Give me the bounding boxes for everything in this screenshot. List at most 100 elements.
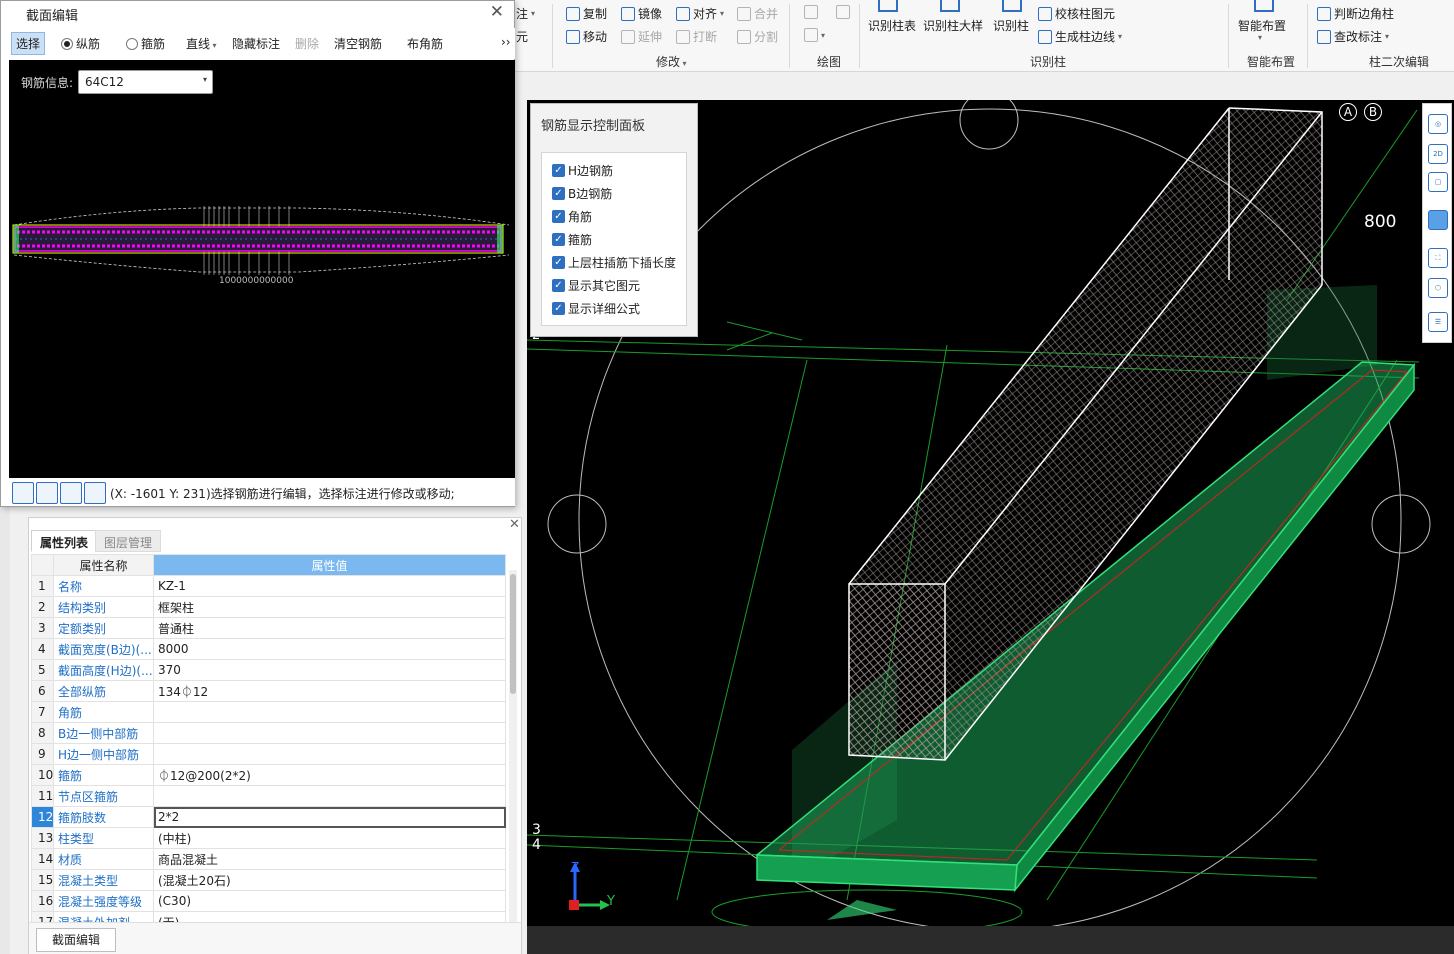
corner-rebar-button[interactable]: 布角筋 xyxy=(407,35,443,52)
hide-annot-button[interactable]: 隐藏标注 xyxy=(232,35,280,52)
recognize-detail-button[interactable]: 识别柱大样 xyxy=(923,17,983,34)
recognize-column-icon xyxy=(1002,0,1022,12)
longitudinal-radio[interactable]: 纵筋 xyxy=(61,35,100,52)
break-button[interactable]: 打断 xyxy=(676,28,717,45)
rebar-panel-list: ✓ H边钢筋 ✓ B边钢筋 ✓ 角筋 ✓ 箍筋 ✓ 上层柱插筋下插长度 ✓ 显示其它图元 ✓… xyxy=(541,152,687,326)
smart-layout-button[interactable]: 智能布置 xyxy=(1238,17,1286,34)
smart-layout-caret[interactable]: ▾ xyxy=(1258,33,1262,42)
scrollbar-thumb[interactable] xyxy=(510,574,516,694)
table-row[interactable]: 5 截面高度(H边)(... 370 xyxy=(31,659,506,681)
gen-edge-button[interactable]: 生成柱边线 ▾ xyxy=(1038,28,1122,45)
group-secondary: 柱二次编辑 xyxy=(1369,55,1430,69)
table-row[interactable]: 10 箍筋 ⏀12@200(2*2) xyxy=(31,764,506,786)
stirrup-radio[interactable]: 箍筋 xyxy=(126,35,165,52)
rebar-info-select[interactable]: 64C12 ▾ xyxy=(78,70,213,94)
checkbox-corner-rebar[interactable]: ✓ 角筋 xyxy=(552,208,592,225)
checkbox-upper-dowel[interactable]: ✓ 上层柱插筋下插长度 xyxy=(552,254,676,271)
table-row[interactable]: 6 全部纵筋 134⏀12 xyxy=(31,680,506,702)
table-row[interactable]: 11 节点区箍筋 xyxy=(31,785,506,807)
row-label-4: 4 xyxy=(532,837,541,853)
ortho-snap-icon[interactable] xyxy=(12,482,34,504)
split-button[interactable]: 分割 xyxy=(737,28,778,45)
rebar-display-panel: 钢筋显示控制面板 ✓ H边钢筋 ✓ B边钢筋 ✓ 角筋 ✓ 箍筋 ✓ 上层柱插筋下插长度 … xyxy=(530,103,698,337)
dimension-snap-icon[interactable] xyxy=(84,482,106,504)
property-scrollbar[interactable] xyxy=(509,570,517,922)
axis-z-label: Z xyxy=(571,860,580,874)
merge-icon xyxy=(737,6,751,21)
axis-label-a: A xyxy=(1339,103,1357,121)
table-row[interactable]: 14 材质 商品混凝土 xyxy=(31,848,506,870)
ribbon-separator xyxy=(1307,4,1308,68)
close-icon[interactable]: ✕ xyxy=(509,517,520,532)
move-button[interactable]: 移动 xyxy=(566,28,607,45)
perpendicular-snap-icon[interactable] xyxy=(60,482,82,504)
check-annot-button[interactable]: 查改标注 ▾ xyxy=(1317,28,1389,45)
delete-button[interactable]: 删除 xyxy=(295,35,319,52)
table-row[interactable]: 8 B边一侧中部筋 xyxy=(31,722,506,744)
table-row[interactable]: 16 混凝土强度等级 (C30) xyxy=(31,890,506,912)
table-row[interactable]: 7 角筋 xyxy=(31,701,506,723)
section-canvas[interactable]: 钢筋信息: 64C12 ▾ 1000000000000 xyxy=(9,60,515,478)
draw-arc-tool[interactable]: ▾ xyxy=(804,28,825,42)
recognize-column-button[interactable]: 识别柱 xyxy=(993,17,1029,34)
solid-view-icon[interactable] xyxy=(1428,210,1448,230)
checkbox-h-rebar[interactable]: ✓ H边钢筋 xyxy=(552,162,613,179)
table-row[interactable]: 15 混凝土类型 (混凝土20石) xyxy=(31,869,506,891)
edge-icon xyxy=(1038,29,1052,44)
tab-layer-manager[interactable]: 图层管理 xyxy=(95,530,162,552)
recognize-table-button[interactable]: 识别柱表 xyxy=(868,17,916,34)
group-modify: 修改 ▾ xyxy=(656,55,687,69)
mirror-button[interactable]: 镜像 xyxy=(621,5,662,22)
split-icon xyxy=(737,29,751,44)
rebar-panel-title: 钢筋显示控制面板 xyxy=(541,119,646,134)
section-edit-button[interactable]: 截面编辑 xyxy=(36,928,116,952)
checkbox-other-elements[interactable]: ✓ 显示其它图元 xyxy=(552,277,640,294)
checkbox-detail-formula[interactable]: ✓ 显示详细公式 xyxy=(552,300,640,317)
table-row[interactable]: 13 柱类型 (中柱) xyxy=(31,827,506,849)
tab-property-list[interactable]: 属性列表 xyxy=(31,530,98,552)
table-row-selected[interactable]: 12 箍筋肢数 2*2 xyxy=(31,806,506,828)
annot-label: 注 xyxy=(516,7,529,21)
window-title: 截面编辑 xyxy=(26,9,79,24)
table-row[interactable]: 1 名称 KZ-1 xyxy=(31,575,506,597)
more-tools-button[interactable]: ›› xyxy=(501,35,511,49)
select-button[interactable]: 选择 xyxy=(11,32,46,55)
mirror-icon xyxy=(621,6,635,21)
viewport-status-strip xyxy=(527,926,1454,954)
list-settings-icon[interactable]: ☰ xyxy=(1428,312,1448,332)
align-button[interactable]: 对齐 ▾ xyxy=(676,5,724,22)
close-icon[interactable]: ✕ xyxy=(490,2,504,22)
2d-view-icon[interactable]: 2D xyxy=(1428,144,1448,164)
cube-icon[interactable]: ⬡ xyxy=(1428,278,1448,298)
fit-view-icon[interactable]: ⛶ xyxy=(1428,248,1448,268)
3d-box-icon[interactable]: ▢ xyxy=(1428,172,1448,192)
viewport-header-gap xyxy=(522,72,1454,100)
header-name: 属性名称 xyxy=(53,554,154,576)
axis-bubble xyxy=(547,494,607,554)
angle-snap-icon[interactable] xyxy=(36,482,58,504)
table-row[interactable]: 2 结构类别 框架柱 xyxy=(31,596,506,618)
line-dropdown[interactable]: 直线 ▾ xyxy=(186,35,217,52)
table-row[interactable]: 9 H边一侧中部筋 xyxy=(31,743,506,765)
header-value: 属性值 xyxy=(153,554,506,576)
merge-button[interactable]: 合并 xyxy=(737,5,778,22)
check-icon: ✓ xyxy=(552,210,565,223)
draw-line-tool[interactable] xyxy=(804,5,818,19)
element-menu[interactable]: 元 xyxy=(516,28,528,45)
svg-text:1000000000000: 1000000000000 xyxy=(219,276,294,286)
table-row[interactable]: 4 截面宽度(B边)(... 8000 xyxy=(31,638,506,660)
section-editor-titlebar[interactable]: 截面编辑 ✕ xyxy=(1,1,514,25)
draw-rect-tool[interactable] xyxy=(836,5,850,19)
checkbox-b-rebar[interactable]: ✓ B边钢筋 xyxy=(552,185,612,202)
check-column-button[interactable]: 校核柱图元 xyxy=(1038,5,1115,22)
orbit-icon[interactable]: ◎ xyxy=(1428,114,1448,134)
clear-rebar-button[interactable]: 清空钢筋 xyxy=(334,35,382,52)
arc-icon xyxy=(804,28,818,42)
column-rebar-mesh xyxy=(849,584,945,758)
judge-corner-button[interactable]: 判断边角柱 xyxy=(1317,5,1394,22)
copy-button[interactable]: 复制 xyxy=(566,5,607,22)
table-row[interactable]: 3 定额类别 普通柱 xyxy=(31,617,506,639)
annot-menu[interactable]: 注 ▾ xyxy=(516,5,535,22)
extend-button[interactable]: 延伸 xyxy=(621,28,662,45)
checkbox-stirrup[interactable]: ✓ 箍筋 xyxy=(552,231,592,248)
